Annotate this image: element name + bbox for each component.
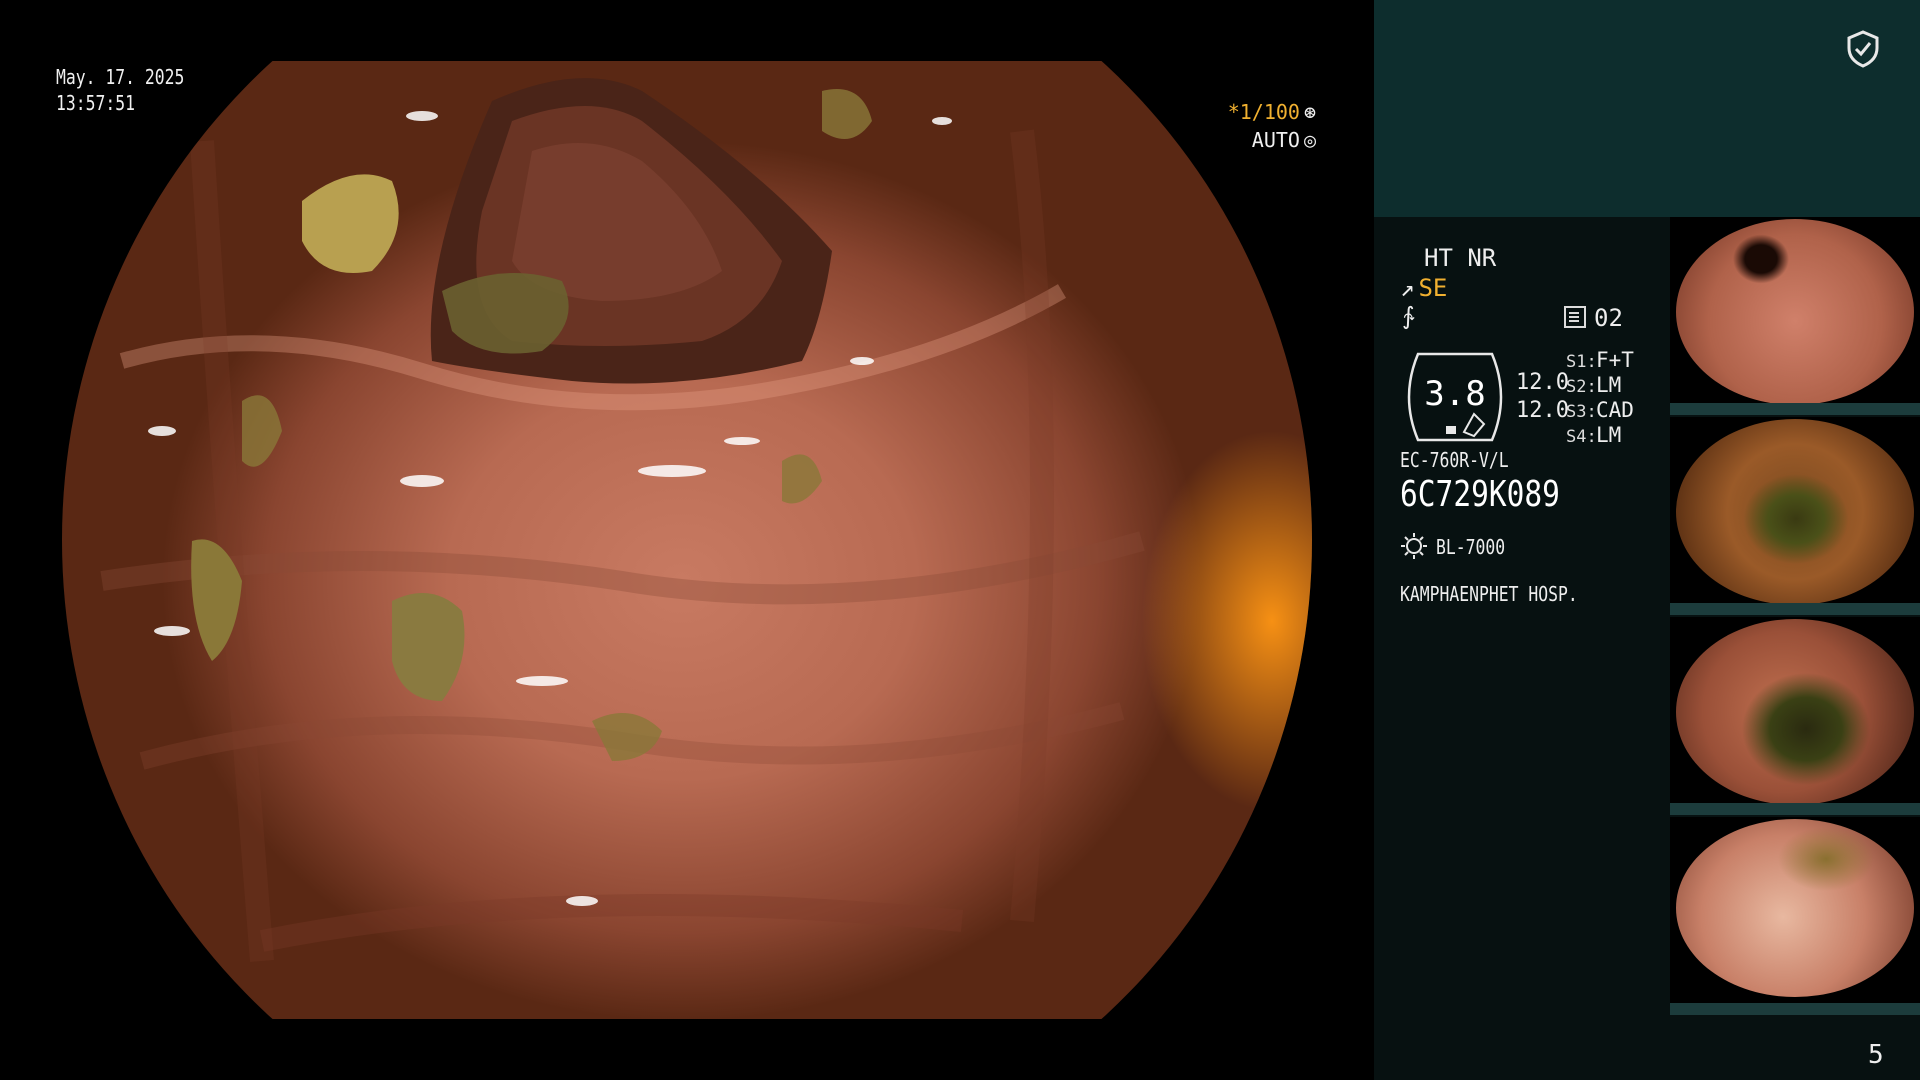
thumbnail-strip: [1670, 403, 1920, 415]
iris-icon: ◎: [1303, 128, 1316, 152]
thumbnail-image: [1676, 419, 1914, 605]
function-icon: ∱: [1402, 302, 1415, 330]
level-1: 12.0: [1516, 370, 1569, 395]
thumbnail-strip: [1670, 1003, 1920, 1015]
structure-mode: SE: [1418, 274, 1448, 302]
scope-serial: 6C729K089: [1400, 474, 1595, 515]
shield-check-icon: [1847, 30, 1879, 68]
memo-number: 02: [1594, 304, 1623, 332]
capture-thumbnail-3[interactable]: [1670, 617, 1920, 815]
level-2: 12.0: [1516, 398, 1569, 423]
thumbnail-strip: [1670, 603, 1920, 615]
zoom-value: 3.8: [1424, 374, 1486, 414]
switch-2-value: LM: [1596, 373, 1622, 397]
capture-thumbnail-2[interactable]: [1670, 417, 1920, 615]
thumbnail-image: [1676, 819, 1914, 997]
thumbnail-image: [1676, 619, 1914, 805]
structure-icon: ↗: [1400, 274, 1415, 302]
hospital-row: KAMPHAENPHET HOSP.: [1400, 582, 1617, 606]
hospital-name: KAMPHAENPHET HOSP.: [1400, 582, 1578, 606]
memo-row: 02: [1564, 304, 1623, 332]
shutter-speed: *1/100: [1227, 100, 1300, 124]
iris-mode: AUTO: [1251, 128, 1300, 152]
switch-1-label: S1:: [1566, 352, 1597, 372]
thumbnail-image: [1676, 219, 1914, 405]
lamp-icon: [1401, 533, 1427, 559]
switch-3-label: S3:: [1566, 402, 1597, 422]
panel-header: [1374, 0, 1920, 217]
enhancement-mode: HT NR: [1424, 244, 1497, 272]
light-source-row: BL-7000: [1400, 532, 1520, 560]
exam-time: 13:57:51: [56, 91, 135, 115]
scope-model-text: EC-760R-V/L: [1400, 448, 1509, 472]
structure-mode-row: ↗ SE: [1400, 274, 1447, 302]
shutter-icon: ⊛: [1303, 100, 1316, 124]
capture-thumbnail-4[interactable]: [1670, 817, 1920, 1015]
scope-model: EC-760R-V/L: [1400, 448, 1532, 472]
switch-4-label: S4:: [1566, 427, 1597, 447]
switch-4-value: LM: [1596, 423, 1622, 447]
capture-count: 5: [1868, 1040, 1884, 1070]
endoscope-image: [100, 78, 1145, 962]
date-time-overlay: May. 17. 2025 13:57:51: [56, 64, 213, 116]
exam-date: May. 17. 2025: [56, 65, 185, 89]
endoscope-view: [62, 61, 1312, 1019]
thumbnail-strip: [1670, 803, 1920, 815]
switch-1-value: F+T: [1596, 348, 1634, 372]
memo-icon: [1564, 306, 1586, 328]
switch-2-label: S2:: [1566, 377, 1597, 397]
exposure-overlay: *1/100 ⊛ AUTO ◎: [1228, 98, 1316, 154]
switch-3-value: CAD: [1596, 398, 1634, 422]
capture-thumbnail-1[interactable]: [1670, 217, 1920, 415]
light-source: BL-7000: [1436, 535, 1506, 559]
scope-serial-text: 6C729K089: [1400, 474, 1560, 515]
